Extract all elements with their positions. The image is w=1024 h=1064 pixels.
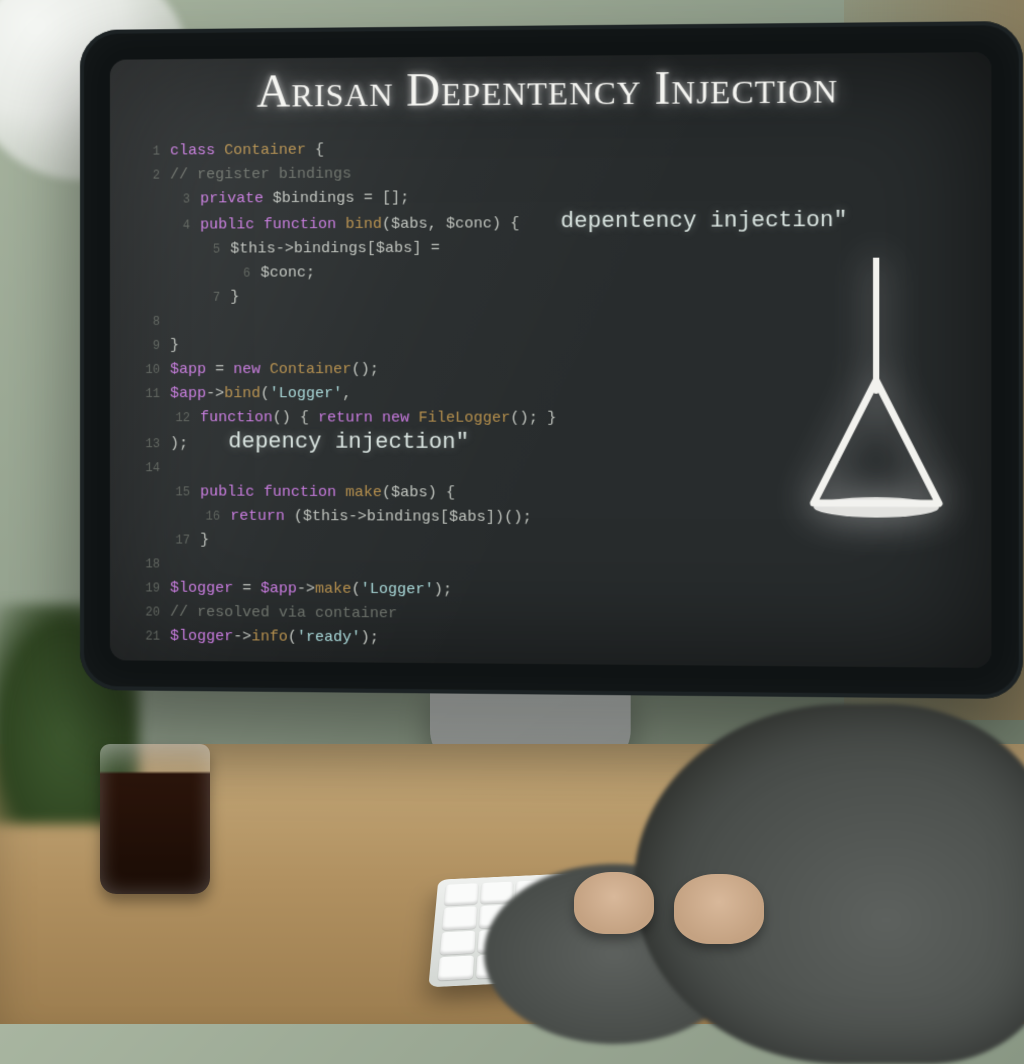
monitor: Arisan Depentency Injection 1 class Conta… [80, 21, 1023, 699]
line-number: 7 [192, 286, 220, 310]
line-number: 17 [162, 528, 190, 552]
line-number: 20 [132, 600, 160, 624]
line-number: 3 [162, 187, 190, 211]
line-number: 13 [132, 432, 160, 456]
line-number: 1 [132, 139, 160, 163]
line-number: 14 [132, 456, 160, 480]
key[interactable] [440, 930, 475, 954]
code-line[interactable]: 10 $app = new Container(); [132, 358, 968, 383]
code-line[interactable]: 16 return ($this->bindings[$abs])(); [132, 504, 968, 532]
line-number: 19 [132, 576, 160, 600]
annotation-text: depency injection" [228, 430, 469, 455]
code-text: $conc; [261, 261, 316, 285]
code-line[interactable]: 9} [132, 333, 968, 358]
code-text: } [200, 529, 209, 553]
code-editor[interactable]: 1 class Container { 2 // register bindings3… [132, 134, 968, 649]
line-number: 21 [132, 624, 160, 648]
code-line[interactable]: 4 public function bind($abs, $conc) { depe… [132, 208, 968, 238]
code-text: $app = new Container(); [170, 358, 379, 382]
code-text: class Container { [170, 138, 324, 163]
code-text: $logger->info('ready'); [170, 625, 379, 651]
line-number: 18 [132, 552, 160, 576]
code-text: public function make($abs) { [200, 480, 455, 505]
key[interactable] [438, 955, 474, 980]
line-number: 4 [162, 214, 190, 238]
code-text: ); [170, 432, 188, 456]
code-line[interactable]: 7} [132, 284, 968, 310]
key[interactable] [442, 906, 477, 929]
code-text: // register bindings [170, 162, 351, 187]
code-line[interactable]: 5 $this->bindings[$abs] = [132, 235, 968, 262]
code-line[interactable]: 11 $app->bind('Logger', [132, 382, 968, 407]
code-text: $this->bindings[$abs] = [230, 237, 440, 262]
code-text: } [170, 334, 179, 358]
code-text: public function bind($abs, $conc) { [200, 212, 519, 237]
page-title: Arisan Depentency Injection [110, 58, 991, 119]
line-number: 15 [162, 480, 190, 504]
code-text: $logger = $app->make('Logger'); [170, 577, 452, 603]
line-number: 16 [192, 504, 220, 528]
code-line[interactable]: 8 [132, 309, 968, 334]
code-line[interactable]: 6 $conc; [132, 259, 968, 285]
line-number: 9 [132, 334, 160, 358]
coffee-glass [100, 744, 210, 894]
code-line[interactable]: 21 $logger->info('ready'); [132, 624, 968, 655]
code-line[interactable]: 15 public function make($abs) { [132, 480, 968, 508]
code-line[interactable]: 13); depency injection" [132, 430, 968, 458]
hand [674, 874, 764, 944]
code-text: function() { return new FileLogger(); } [200, 406, 556, 431]
code-text: $app->bind('Logger', [170, 382, 352, 406]
screen[interactable]: Arisan Depentency Injection 1 class Conta… [110, 52, 991, 668]
line-number: 5 [192, 238, 220, 262]
code-text: // resolved via container [170, 601, 397, 627]
code-text: return ($this->bindings[$abs])(); [230, 505, 532, 531]
line-number: 12 [162, 406, 190, 430]
annotation-text: depentency injection" [561, 209, 848, 235]
hand [574, 872, 654, 934]
code-line[interactable]: 14 [132, 456, 968, 483]
line-number: 10 [132, 358, 160, 382]
code-text: } [230, 286, 239, 310]
line-number: 6 [222, 262, 250, 286]
code-line[interactable]: 12 function() { return new FileLogger(); … [132, 406, 968, 432]
code-text: private $bindings = []; [200, 186, 409, 211]
line-number: 8 [132, 310, 160, 334]
key[interactable] [444, 883, 478, 906]
line-number: 11 [132, 382, 160, 406]
line-number: 2 [132, 164, 160, 188]
